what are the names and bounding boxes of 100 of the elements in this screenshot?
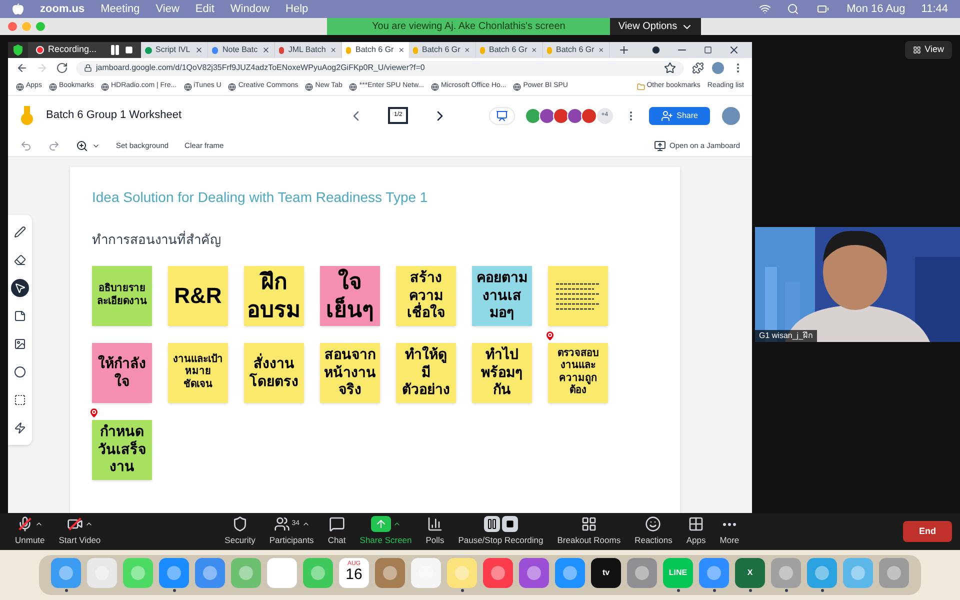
menu-item[interactable]: Help: [286, 0, 308, 18]
people-icon: [274, 516, 290, 532]
tool-button[interactable]: [11, 279, 29, 297]
sticky-note: อธิบายราย ละเอียดงาน: [92, 266, 152, 326]
running-indicator: [64, 588, 68, 592]
person-plus-icon: [660, 110, 673, 122]
sticky-note: ทำให้ดู มี ตัวอย่าง: [396, 342, 456, 402]
sticky-note: ตรวจสอบ งานและ ความถูก ต้อง: [548, 342, 608, 402]
pause-icon[interactable]: [108, 44, 121, 56]
menu-bar-date[interactable]: Mon 16 Aug: [846, 0, 906, 18]
scribbled-text-drawing: [554, 280, 602, 310]
toolbar-button[interactable]: Start Video: [52, 516, 108, 547]
account-icon[interactable]: [652, 46, 660, 54]
toolbar-button[interactable]: Share Screen: [352, 516, 419, 547]
close-icon[interactable]: [728, 44, 740, 56]
back-icon[interactable]: [16, 62, 28, 74]
menu-item[interactable]: Edit: [195, 0, 214, 18]
browser-tab[interactable]: Batch 6 Gr: [342, 42, 409, 58]
app-icon[interactable]: tv: [591, 558, 621, 588]
sticky-note: ให้กำลัง ใจ: [92, 342, 152, 402]
grid-icon: [580, 516, 597, 532]
menu-bar-clock[interactable]: 11:44: [921, 0, 948, 18]
profile-avatar[interactable]: [712, 62, 724, 74]
sticky-note: R&R: [168, 266, 228, 326]
extensions-icon[interactable]: [692, 62, 704, 74]
battery-icon[interactable]: [814, 3, 831, 15]
globe-icon: [349, 82, 358, 90]
participant-name: G1 wisan_j_ฝึก: [755, 330, 818, 342]
circle-icon: [14, 366, 26, 378]
menu-item[interactable]: Meeting: [100, 0, 140, 18]
tab-label: Batch 6 Gr: [355, 44, 394, 56]
reload-icon[interactable]: [56, 62, 68, 74]
chat-icon: [328, 516, 345, 532]
redo-icon[interactable]: [48, 140, 60, 152]
app-menu[interactable]: zoom.us: [40, 0, 85, 18]
running-indicator: [784, 588, 788, 592]
toolbar-button[interactable]: Unmute: [8, 516, 52, 547]
search-icon[interactable]: [786, 3, 799, 15]
running-indicator: [676, 588, 680, 592]
monitor-icon: [654, 140, 666, 152]
close-tab-icon[interactable]: [464, 46, 471, 54]
menu-item[interactable]: View: [156, 0, 180, 18]
menu-item[interactable]: Window: [230, 0, 270, 18]
folder-icon: [636, 82, 645, 90]
globe-icon: [305, 82, 314, 90]
sticky-note: ทำไป พร้อมๆ กัน: [472, 342, 532, 402]
url-text: jamboard.google.com/d/1QoV82j35Frf9JUZ4adzToENoxeWPyuAog2GiFKp0R_U/viewer?f=0: [96, 62, 426, 74]
running-indicator: [172, 588, 176, 592]
toolbar-button[interactable]: More: [712, 516, 746, 547]
jamboard-logo: [20, 106, 34, 126]
app-icon[interactable]: [519, 558, 549, 588]
view-button[interactable]: View: [904, 41, 952, 59]
document-title: Batch 6 Group 1 Worksheet: [46, 108, 183, 124]
map-pin-icon: [88, 406, 100, 418]
maximize-icon[interactable]: [704, 46, 712, 54]
toolbar-button[interactable]: Pause/Stop Recording: [451, 516, 550, 547]
profile-avatar[interactable]: [722, 106, 740, 124]
tab-label: Script IVL: [156, 44, 191, 56]
bar-chart-icon: [426, 516, 443, 532]
tab-label: JML Batch: [288, 44, 326, 56]
close-tab-icon[interactable]: [330, 46, 337, 54]
toolbar-button[interactable]: Reactions: [628, 516, 680, 547]
close-tab-icon[interactable]: [262, 46, 270, 54]
address-bar[interactable]: jamboard.google.com/d/1QoV82j35Frf9JUZ4adzToENoxeWPyuAog2GiFKp0R_U/viewer?f=0: [76, 60, 684, 76]
text-box-icon: [14, 394, 26, 406]
pointer-icon: [14, 282, 26, 294]
view-options-button[interactable]: View Options: [610, 18, 702, 35]
toolbar-button[interactable]: Breakout Rooms: [550, 516, 628, 547]
apple-icon[interactable]: [12, 3, 24, 15]
sticky-note: กำหนด วันเสร็จ งาน: [92, 420, 152, 480]
shield-icon: [232, 516, 248, 532]
close-tab-icon[interactable]: [398, 46, 405, 54]
smiley-icon: [645, 516, 662, 532]
new-tab-icon[interactable]: [618, 44, 630, 56]
undo-icon[interactable]: [20, 140, 32, 152]
toolbar-button[interactable]: Security: [218, 516, 262, 547]
tab-label: Batch 6 Gr: [556, 44, 594, 56]
share-button[interactable]: Share: [648, 106, 710, 124]
recording-label: Recording...: [48, 43, 97, 56]
sticky-note: ใจ เย็นๆ: [320, 266, 380, 326]
globe-icon: [100, 82, 109, 90]
app-icon[interactable]: X: [735, 558, 765, 588]
close-tab-icon[interactable]: [194, 46, 203, 54]
toolbar-button[interactable]: Apps: [679, 516, 713, 547]
stop-icon[interactable]: [124, 46, 133, 54]
tab-label: Batch 6 Gr: [422, 44, 460, 56]
toolbar-button[interactable]: Chat: [320, 516, 353, 547]
apps-icon: [688, 516, 704, 532]
globe-icon: [48, 82, 57, 90]
close-tab-icon[interactable]: [531, 46, 538, 54]
zoom-in-icon[interactable]: [76, 140, 88, 152]
close-tab-icon[interactable]: [598, 46, 605, 54]
end-button[interactable]: End: [903, 520, 952, 542]
sticky-note: สั่งงาน โดยตรง: [244, 342, 304, 402]
present-icon[interactable]: [488, 106, 515, 124]
pause-stop-icon: [484, 516, 518, 532]
star-icon[interactable]: [664, 62, 676, 74]
lightning-icon: [14, 422, 26, 434]
toolbar-button[interactable]: Polls: [418, 516, 452, 547]
running-indicator: [712, 588, 716, 592]
